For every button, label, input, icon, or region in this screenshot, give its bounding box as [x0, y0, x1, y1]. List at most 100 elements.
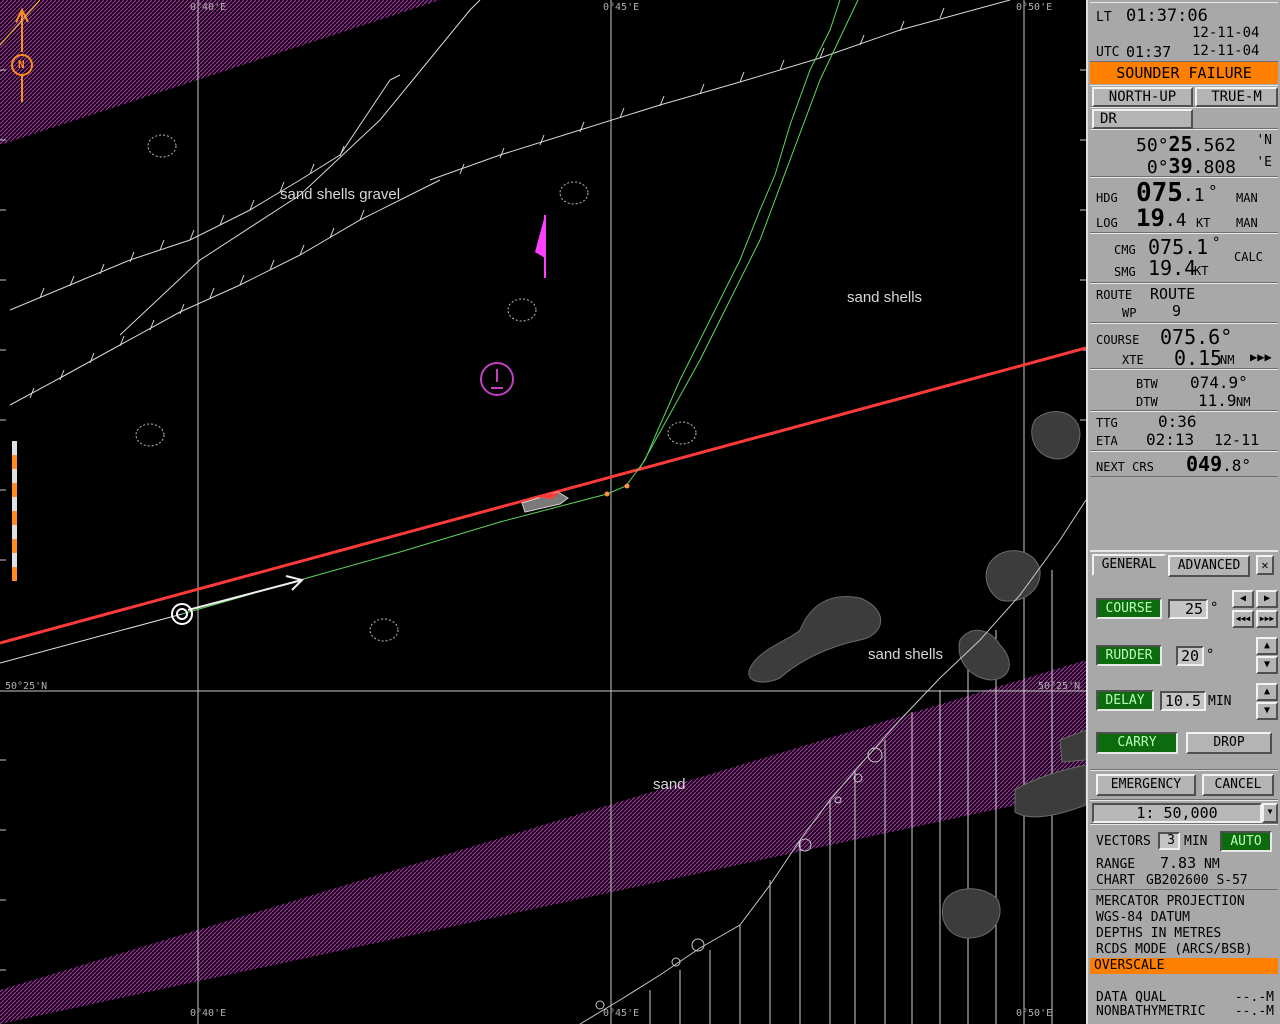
ttg-label: TTG — [1096, 416, 1118, 430]
xte-direction-icon: ▶▶▶ — [1250, 350, 1272, 364]
past-track — [0, 613, 183, 664]
north-up-button[interactable]: NORTH-UP — [1092, 87, 1193, 107]
position-block: 50°25.562 'N 0°39.808 'E — [1090, 129, 1278, 178]
auto-vectors-button[interactable]: AUTO — [1220, 831, 1272, 852]
lt-label: LT — [1096, 10, 1112, 25]
rudder-input[interactable]: 20 — [1176, 646, 1204, 666]
course-input[interactable]: 25 — [1168, 599, 1208, 619]
scale-bar — [12, 441, 17, 581]
longitude: 0°39.808 — [1146, 154, 1236, 178]
lon-label-bottom-3: 0°50'E — [1016, 1008, 1053, 1019]
xte-value: 0.15 — [1174, 346, 1223, 370]
range-unit: NM — [1204, 857, 1220, 872]
emergency-button[interactable]: EMERGENCY — [1096, 774, 1196, 796]
position-mode-button[interactable]: DR — [1092, 109, 1193, 129]
calc-label: CALC — [1234, 250, 1263, 264]
tab-general[interactable]: GENERAL — [1092, 554, 1166, 576]
delay-up-icon[interactable]: ▲ — [1256, 683, 1278, 701]
scale-dropdown-icon[interactable]: ▼ — [1262, 803, 1278, 823]
eta-date: 12-11 — [1214, 431, 1260, 449]
vectors-label: VECTORS — [1096, 834, 1151, 849]
btw-label: BTW — [1136, 377, 1158, 391]
restricted-area-bottom — [0, 660, 1086, 1024]
carry-button[interactable]: CARRY — [1096, 732, 1178, 754]
drop-button[interactable]: DROP — [1186, 732, 1272, 754]
close-button[interactable]: ✕ — [1256, 555, 1274, 575]
smg-label: SMG — [1114, 265, 1136, 279]
hdg-label: HDG — [1096, 191, 1118, 205]
log-value: 19.4 — [1136, 204, 1187, 232]
course-mode-button[interactable]: COURSE — [1096, 598, 1162, 619]
rudder-input-unit: ° — [1206, 647, 1215, 663]
nonbathy-label: NONBATHYMETRIC — [1096, 1004, 1206, 1019]
route-name: ROUTE — [1150, 285, 1196, 303]
course-input-unit: ° — [1210, 600, 1219, 616]
time-block: LT 01:37:06 12-11-04 UTC 01:37 12-11-04 — [1090, 2, 1278, 62]
orientation-block: NORTH-UP TRUE-M — [1090, 85, 1278, 107]
next-course-label: NEXT CRS — [1096, 460, 1154, 474]
xte-unit: NM — [1220, 353, 1235, 367]
rudder-mode-button[interactable]: RUDDER — [1096, 645, 1162, 666]
delay-down-icon[interactable]: ▼ — [1256, 702, 1278, 720]
delay-input[interactable]: 10.5 — [1160, 691, 1206, 711]
range-label: RANGE — [1096, 857, 1136, 872]
delay-unit: MIN — [1208, 694, 1232, 709]
chart-label: CHART — [1096, 873, 1136, 888]
smg-unit: KT — [1194, 264, 1209, 278]
overscale-indicator: OVERSCALE — [1090, 958, 1278, 974]
lon-label-top-1: 0°40'E — [190, 2, 227, 13]
lon-label-bottom-2: 0°45'E — [603, 1008, 640, 1019]
course-right-icon[interactable]: ▶ — [1256, 590, 1278, 608]
north-label: N — [18, 58, 25, 71]
rudder-down-icon[interactable]: ▼ — [1256, 656, 1278, 674]
true-motion-button[interactable]: TRUE-M — [1195, 87, 1278, 107]
seabed-label: sand shells — [847, 289, 923, 306]
lon-label-top-3: 0°50'E — [1016, 2, 1053, 13]
ttg-eta-block: TTG 0:36 ETA 02:13 12-11 — [1090, 411, 1278, 451]
wp-value: 9 — [1172, 302, 1182, 320]
cancel-button[interactable]: CANCEL — [1202, 774, 1274, 796]
rudder-up-icon[interactable]: ▲ — [1256, 637, 1278, 655]
data-quality-block: DATA QUAL --.-M NONBATHYMETRIC --.-M — [1090, 986, 1278, 1022]
course-fast-left-icon[interactable]: ◀◀◀ — [1232, 610, 1254, 628]
chart-info-block: MERCATOR PROJECTION WGS-84 DATUM DEPTHS … — [1090, 890, 1278, 990]
data-qual-label: DATA QUAL — [1096, 990, 1167, 1005]
waypoint-marker-next[interactable] — [624, 483, 630, 489]
chart-canvas[interactable] — [0, 0, 1086, 1024]
nonbathy-value: --.-M — [1234, 1004, 1274, 1019]
tab-advanced[interactable]: ADVANCED — [1168, 555, 1250, 577]
seabed-label: sand — [653, 776, 686, 793]
small-features — [135, 134, 697, 642]
delay-mode-button[interactable]: DELAY — [1096, 690, 1154, 711]
scale-select[interactable]: 1: 50,000 — [1092, 803, 1262, 823]
course-label: COURSE — [1096, 333, 1140, 347]
rcds-info: RCDS MODE (ARCS/BSB) — [1096, 942, 1253, 957]
depths-info: DEPTHS IN METRES — [1096, 926, 1222, 941]
course-left-icon[interactable]: ◀ — [1232, 590, 1254, 608]
cmg-smg-block: CMG 075.1 ° CALC SMG 19.4 KT — [1090, 233, 1278, 283]
hdg-unit: ° — [1208, 182, 1218, 201]
smg-value: 19.4 — [1148, 256, 1197, 280]
vectors-unit: MIN — [1184, 834, 1208, 849]
alarm-banner[interactable]: SOUNDER FAILURE — [1090, 62, 1278, 84]
lt-date: 12-11-04 — [1192, 25, 1260, 41]
lon-label-top-2: 0°45'E — [603, 2, 640, 13]
seabed-label: sand shells — [868, 646, 944, 663]
waypoint-marker[interactable] — [604, 491, 610, 497]
btw-value: 074.9° — [1190, 373, 1248, 392]
lat-label-left: 50°25'N — [5, 681, 48, 692]
hdg-source: MAN — [1236, 191, 1258, 205]
ship-track — [181, 0, 841, 615]
chart-display[interactable]: 0°40'E 0°45'E 0°50'E 0°40'E 0°45'E 0°50'… — [0, 0, 1086, 1024]
lat-label-right: 50°25'N — [1038, 681, 1081, 692]
dtw-value: 11.9 — [1198, 391, 1237, 410]
position-mode-block: DR — [1090, 107, 1278, 129]
caution-icon[interactable] — [480, 362, 514, 396]
info-panel: LT 01:37:06 12-11-04 UTC 01:37 12-11-04 … — [1086, 0, 1280, 1024]
ttg-value: 0:36 — [1158, 412, 1197, 431]
vectors-input[interactable]: 3 — [1158, 832, 1180, 850]
scale-block: 1: 50,000 ▼ — [1090, 800, 1278, 824]
btw-dtw-block: BTW 074.9° DTW 11.9 NM — [1090, 369, 1278, 411]
course-fast-right-icon[interactable]: ▶▶▶ — [1256, 610, 1278, 628]
lat-hemisphere: 'N — [1256, 133, 1272, 148]
